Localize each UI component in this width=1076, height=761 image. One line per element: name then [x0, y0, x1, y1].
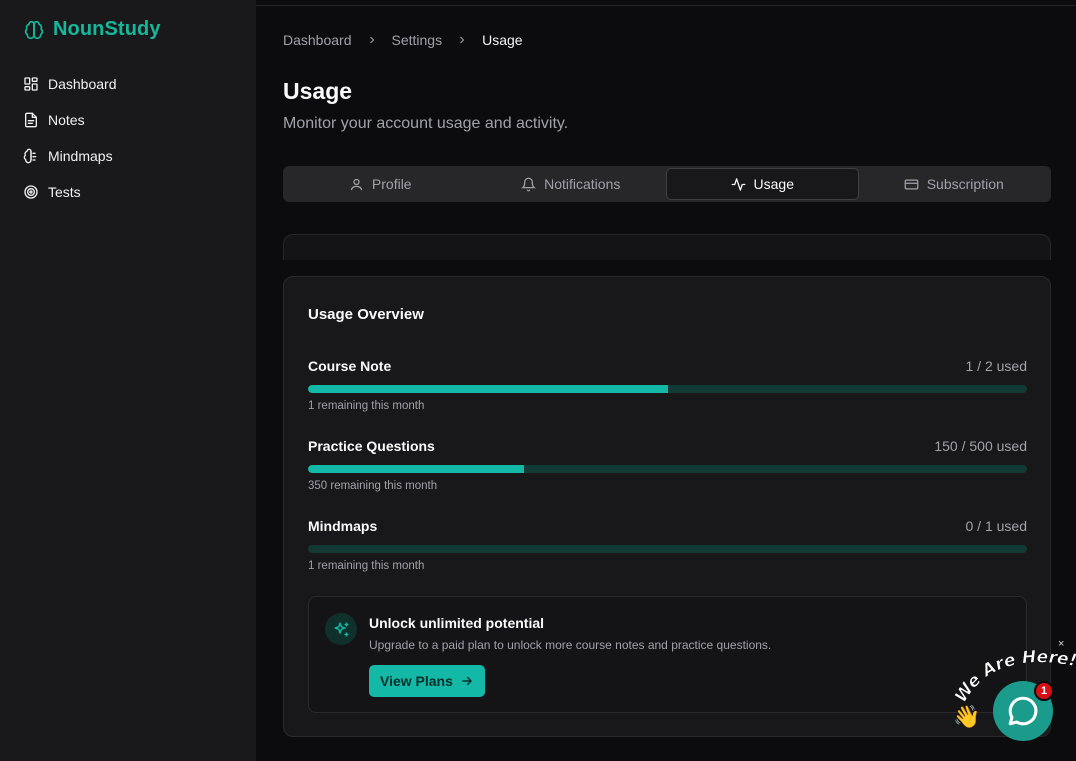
usage-item-mindmaps: Mindmaps 0 / 1 used 1 remaining this mon…	[308, 517, 1027, 572]
usage-item-practice-questions: Practice Questions 150 / 500 used 350 re…	[308, 437, 1027, 492]
tab-label: Notifications	[544, 176, 621, 192]
sidebar-item-label: Tests	[48, 184, 81, 200]
tab-label: Subscription	[926, 176, 1004, 192]
target-icon	[24, 185, 38, 199]
breadcrumb-settings[interactable]: Settings	[392, 32, 443, 48]
progress-bar	[308, 545, 1027, 553]
collapsed-card	[283, 234, 1051, 260]
view-plans-label: View Plans	[380, 673, 453, 689]
tab-label: Profile	[371, 176, 412, 192]
breadcrumb-dashboard[interactable]: Dashboard	[283, 32, 352, 48]
usage-remaining: 350 remaining this month	[308, 480, 438, 492]
page-subtitle: Monitor your account usage and activity.	[283, 115, 569, 132]
usage-name: Practice Questions	[308, 438, 435, 454]
progress-bar	[308, 385, 1027, 393]
sparkles-icon	[325, 613, 357, 645]
upsell-text: Upgrade to a paid plan to unlock more co…	[369, 638, 772, 652]
upsell-title: Unlock unlimited potential	[369, 615, 545, 631]
brain-icon	[23, 148, 37, 164]
card-title: Usage Overview	[308, 306, 424, 323]
sidebar-nav: Dashboard Notes Mindmaps Tests	[23, 66, 117, 210]
activity-icon	[731, 177, 745, 191]
page-title: Usage	[283, 78, 353, 104]
waving-hand-icon: 👋	[953, 704, 981, 729]
sidebar-item-label: Mindmaps	[48, 148, 113, 164]
sidebar-item-dashboard[interactable]: Dashboard	[23, 66, 117, 102]
sidebar-item-notes[interactable]: Notes	[23, 102, 117, 138]
credit-card-icon	[904, 179, 919, 189]
arrow-right-icon	[462, 676, 472, 686]
chevron-right-icon	[456, 34, 468, 46]
brain-logo-icon	[24, 20, 44, 39]
breadcrumb: Dashboard Settings Usage	[283, 32, 523, 48]
tab-subscription[interactable]: Subscription	[859, 168, 1050, 200]
layout-grid-icon	[24, 77, 38, 91]
tab-label: Usage	[753, 176, 794, 192]
progress-bar	[308, 465, 1027, 473]
chat-widget: × We Are Here! 👋 1	[952, 638, 1076, 761]
upgrade-callout: Unlock unlimited potential Upgrade to a …	[308, 596, 1027, 713]
sidebar-item-mindmaps[interactable]: Mindmaps	[23, 138, 117, 174]
user-icon	[350, 178, 363, 190]
chevron-right-icon	[366, 34, 378, 46]
usage-overview-card: Usage Overview Course Note 1 / 2 used 1 …	[283, 276, 1051, 737]
sidebar-item-label: Notes	[48, 112, 85, 128]
brand[interactable]: NounStudy	[24, 18, 161, 41]
file-text-icon	[25, 112, 37, 128]
progress-fill	[308, 465, 524, 473]
usage-count: 1 / 2 used	[965, 358, 1028, 374]
usage-count: 150 / 500 used	[934, 438, 1027, 454]
usage-remaining: 1 remaining this month	[308, 560, 425, 572]
tab-usage[interactable]: Usage	[666, 168, 859, 200]
progress-fill	[308, 385, 668, 393]
bell-icon	[521, 177, 537, 191]
breadcrumb-usage: Usage	[482, 32, 523, 48]
view-plans-button[interactable]: View Plans	[369, 665, 485, 697]
notification-badge: 1	[1034, 681, 1054, 701]
settings-tabs: Profile Notifications Usage Subscription	[283, 166, 1051, 202]
usage-name: Mindmaps	[308, 518, 378, 534]
usage-item-course-note: Course Note 1 / 2 used 1 remaining this …	[308, 357, 1027, 412]
chat-bubble-icon	[1008, 696, 1038, 726]
sidebar-item-label: Dashboard	[48, 76, 117, 92]
usage-count: 0 / 1 used	[965, 518, 1028, 534]
usage-name: Course Note	[308, 358, 392, 374]
sidebar: NounStudy Dashboard Notes Mindmaps Tests	[0, 0, 256, 761]
tab-notifications[interactable]: Notifications	[476, 168, 667, 200]
sidebar-item-tests[interactable]: Tests	[23, 174, 117, 210]
brand-name: NounStudy	[53, 18, 161, 40]
tab-profile[interactable]: Profile	[285, 168, 476, 200]
usage-remaining: 1 remaining this month	[308, 400, 425, 412]
